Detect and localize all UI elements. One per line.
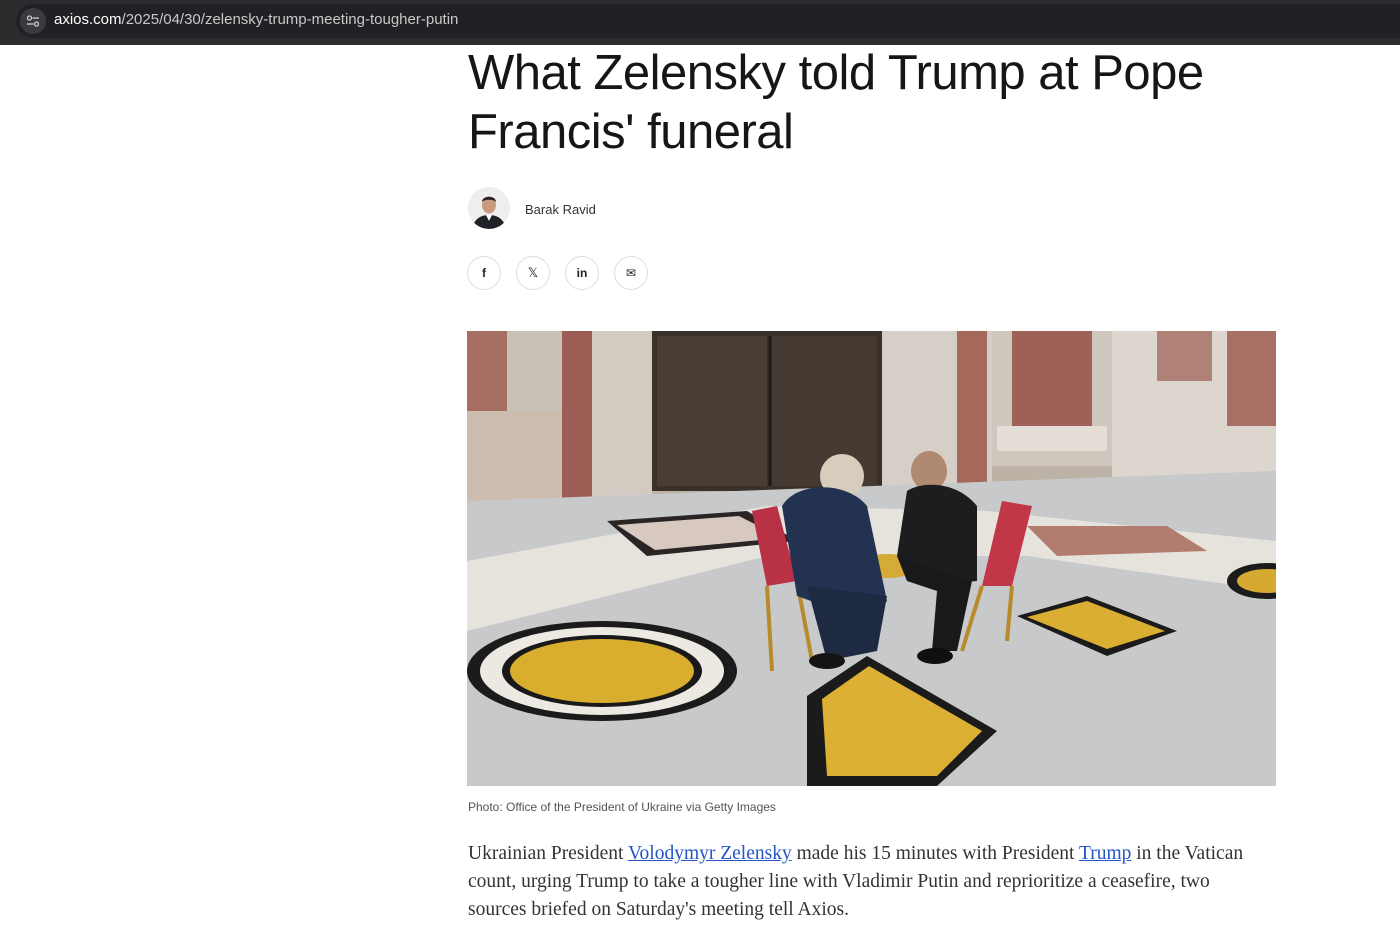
article-paragraph: Ukrainian President Volodymyr Zelensky m… (468, 840, 1268, 924)
x-icon: 𝕏 (527, 265, 539, 280)
trump-link[interactable]: Trump (1079, 843, 1131, 864)
photo-caption: Photo: Office of the President of Ukrain… (468, 800, 776, 814)
linkedin-share-button[interactable]: in (565, 256, 599, 290)
x-share-button[interactable]: 𝕏 (516, 256, 550, 290)
article-headline: What Zelensky told Trump at Pope Francis… (468, 46, 1204, 159)
hero-photo (467, 331, 1276, 786)
email-icon: ✉ (625, 266, 637, 280)
author-avatar[interactable] (468, 187, 510, 229)
email-share-button[interactable]: ✉ (614, 256, 648, 290)
url-host: axios.com (54, 11, 122, 28)
paragraph-text: made his 15 minutes with President (791, 843, 1079, 864)
url-path: /2025/04/30/zelensky-trump-meeting-tough… (121, 11, 459, 28)
linkedin-icon: in (576, 266, 588, 280)
paragraph-text: Ukrainian President (468, 843, 628, 864)
zelensky-link[interactable]: Volodymyr Zelensky (628, 843, 792, 864)
site-info-icon[interactable] (20, 8, 46, 34)
author-name[interactable]: Barak Ravid (525, 202, 596, 217)
url-text[interactable]: axios.com/2025/04/30/zelensky-trump-meet… (54, 11, 458, 28)
browser-address-bar: axios.com/2025/04/30/zelensky-trump-meet… (0, 0, 1400, 45)
facebook-icon: f (482, 266, 486, 280)
facebook-share-button[interactable]: f (467, 256, 501, 290)
